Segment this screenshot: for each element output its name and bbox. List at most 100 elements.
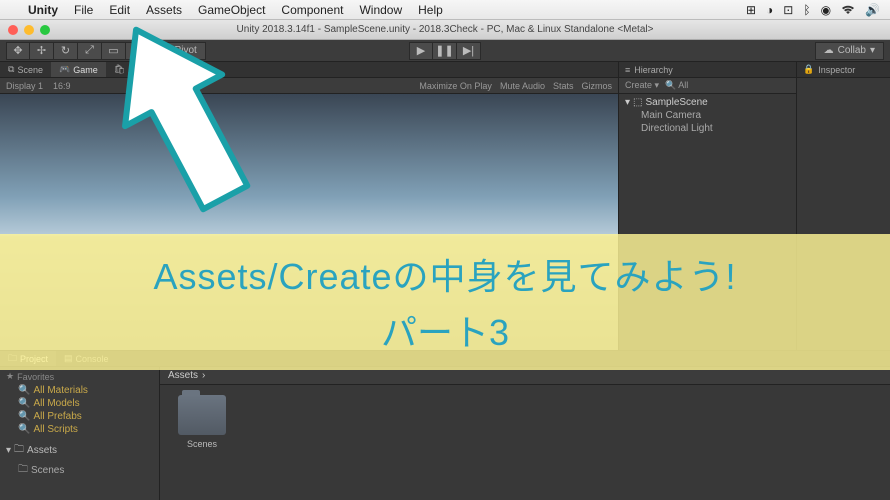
move-tool[interactable]: ✢ [30,42,54,60]
pivot-toggle[interactable]: ▪ Pivot [158,42,206,60]
favorite-item[interactable]: 🔍All Models [0,397,159,410]
menu-app[interactable]: Unity [20,3,66,17]
step-button[interactable]: ▶| [457,42,481,60]
chevron-right-icon: › [202,370,205,381]
favorite-item[interactable]: 🔍All Prefabs [0,410,159,423]
tab-game[interactable]: 🎮Game [51,62,106,77]
folder-item[interactable]: 🗀Scenes [0,461,159,480]
search-field[interactable]: 🔍 All [665,80,688,91]
aspect-dropdown[interactable]: 16:9 [53,81,71,91]
menu-window[interactable]: Window [351,3,410,17]
scene-icon: ⧉ [8,64,14,75]
favorite-item[interactable]: 🔍All Materials [0,384,159,397]
mac-tray: ⊞ ◑ ⊡ ᛒ ◉ 🔊 [746,3,890,17]
menu-component[interactable]: Component [273,3,351,17]
game-icon: 🎮 [59,64,70,75]
maximize-button[interactable] [40,25,50,35]
hand-tool[interactable]: ✥ [6,42,30,60]
mute-audio[interactable]: Mute Audio [500,81,545,91]
foldout-icon: ▾ [6,445,11,456]
collab-label: Collab [838,45,866,56]
scene-node[interactable]: ▾⬚SampleScene [619,96,796,109]
pause-button[interactable]: ❚❚ [433,42,457,60]
node-label: Main Camera [641,110,701,121]
folder-icon: 🗀 [14,442,24,459]
inspector-tab[interactable]: 🔒 Inspector [797,62,890,78]
scale-tool[interactable]: ⤢ [78,42,102,60]
tray-icon[interactable]: ⊡ [783,3,793,17]
tray-icon[interactable]: ◑ [766,3,773,17]
wifi-icon[interactable] [841,5,855,15]
pivot-icon: ▪ [167,45,171,56]
menu-file[interactable]: File [66,3,101,17]
overlay-line1: Assets/Createの中身を見てみよう! [10,248,880,300]
rotate-tool[interactable]: ↻ [54,42,78,60]
play-button[interactable]: ▶ [409,42,433,60]
close-button[interactable] [8,25,18,35]
item-label: All Materials [33,385,87,396]
menu-edit[interactable]: Edit [101,3,138,17]
chevron-down-icon: ▾ [870,45,875,56]
menu-assets[interactable]: Assets [138,3,190,17]
project-panel: 🗀Project ▤Console ★Favorites 🔍All Materi… [0,350,890,500]
minimize-button[interactable] [24,25,34,35]
favorite-item[interactable]: 🔍All Scripts [0,423,159,436]
create-dropdown[interactable]: Create ▾ [625,80,659,91]
pivot-label: Pivot [175,45,197,56]
game-toolbar: Display 1 16:9 Maximize On Play Mute Aud… [0,78,618,94]
project-sidebar: ★Favorites 🔍All Materials 🔍All Models 🔍A… [0,367,160,500]
collab-button[interactable]: ☁ Collab ▾ [815,42,884,60]
gameobject-node[interactable]: Directional Light [619,122,796,135]
gizmos-dropdown[interactable]: Gizmos [581,81,612,91]
menu-help[interactable]: Help [410,3,451,17]
bluetooth-icon[interactable]: ᛒ [803,3,810,17]
item-label: All Scripts [33,424,77,435]
transform-tool[interactable]: ⊕ [126,42,150,60]
transform-tools: ✥ ✢ ↻ ⤢ ▭ ⊕ [6,42,150,60]
unity-icon: ⬚ [633,97,642,108]
annotation-text: Assets/Createの中身を見てみよう! パート3 [0,234,890,370]
hierarchy-tab[interactable]: ≡ Hierarchy [619,62,796,78]
assets-header[interactable]: ▾🗀Assets [0,440,159,461]
breadcrumb-label: Assets [168,370,198,381]
lock-icon[interactable]: 🔒 [803,64,814,75]
hierarchy-icon: ≡ [625,65,630,75]
menu-gameobject[interactable]: GameObject [190,3,273,17]
gameobject-node[interactable]: Main Camera [619,109,796,122]
star-icon: ★ [6,371,14,382]
tray-icon[interactable]: ⊞ [746,3,756,17]
tab-scene[interactable]: ⧉Scene [0,62,51,77]
display-dropdown[interactable]: Display 1 [6,81,43,91]
rect-tool[interactable]: ▭ [102,42,126,60]
store-icon: 🛍 [114,64,125,75]
maximize-on-play[interactable]: Maximize On Play [419,81,492,91]
tab-label: Scene [17,65,43,75]
item-label: All Prefabs [33,411,81,422]
tab-asset-store[interactable]: 🛍Asset Store [106,62,183,77]
cloud-icon: ☁ [824,45,834,56]
tab-label: Game [73,65,98,75]
search-icon: 🔍 [18,385,30,396]
play-controls: ▶ ❚❚ ▶| [409,42,481,60]
search-icon: 🔍 [18,411,30,422]
item-label: All Models [33,398,79,409]
folder-icon: 🗀 [18,462,28,479]
header-label: Favorites [17,372,54,382]
overlay-line2: パート3 [10,304,880,356]
volume-icon[interactable]: 🔊 [865,3,880,17]
folder-grid: Scenes [160,385,890,459]
traffic-lights [0,25,50,35]
stats-toggle[interactable]: Stats [553,81,574,91]
folder-label: Scenes [170,439,234,449]
search-icon: 🔍 [18,424,30,435]
project-main: Assets › Scenes [160,367,890,500]
favorites-header[interactable]: ★Favorites [0,369,159,384]
tray-icon[interactable]: ◉ [821,3,831,17]
project-body: ★Favorites 🔍All Materials 🔍All Models 🔍A… [0,367,890,500]
hierarchy-tree: ▾⬚SampleScene Main Camera Directional Li… [619,94,796,137]
header-label: Assets [27,445,57,456]
folder-item[interactable]: Scenes [170,395,234,449]
tab-label: Asset Store [128,65,175,75]
window-titlebar: Unity 2018.3.14f1 - SampleScene.unity - … [0,20,890,40]
foldout-icon: ▾ [625,97,630,108]
